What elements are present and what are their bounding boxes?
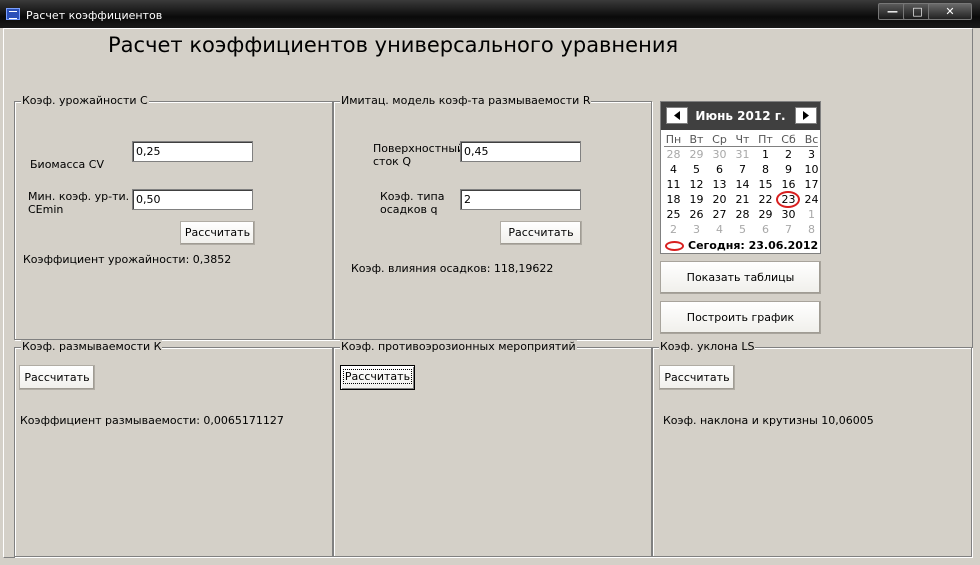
calendar-day[interactable]: 20	[708, 193, 731, 206]
app-window: Расчет коэффициентов — □ ✕ Расчет коэффи…	[0, 0, 980, 565]
calendar-day[interactable]: 9	[777, 163, 800, 176]
calendar-day[interactable]: 28	[731, 208, 754, 221]
calendar-day[interactable]: 1	[800, 208, 823, 221]
calendar-day[interactable]: 4	[708, 223, 731, 236]
precip-type-label: Коэф. типа осадков q	[380, 190, 444, 216]
weekday-label: Пн	[665, 133, 682, 146]
calendar-day[interactable]: 6	[708, 163, 731, 176]
runoff-label: Поверхностный сток Q	[373, 142, 464, 168]
today-marker-icon	[665, 241, 684, 251]
runoff-label-line2: сток Q	[373, 155, 411, 168]
calendar-day[interactable]: 30	[708, 148, 731, 161]
calendar-day[interactable]: 28	[662, 148, 685, 161]
app-icon	[6, 8, 20, 20]
calendar-day[interactable]: 21	[731, 193, 754, 206]
calendar-day[interactable]: 30	[777, 208, 800, 221]
weekday-label: Пт	[758, 133, 773, 146]
calc-yield-button[interactable]: Рассчитать	[180, 221, 255, 245]
weekday-label: Ср	[712, 133, 727, 146]
precip-result: Коэф. влияния осадков: 118,19622	[351, 262, 554, 275]
calendar-day[interactable]: 14	[731, 178, 754, 191]
calendar-day[interactable]: 25	[662, 208, 685, 221]
min-coef-label: Мин. коэф. ур-ти. CEmin	[28, 190, 129, 216]
group-legend: Коэф. размываемости К	[21, 340, 163, 353]
runoff-label-line1: Поверхностный	[373, 142, 465, 155]
calc-anti-erosion-button[interactable]: Рассчитать	[340, 365, 415, 390]
month-calendar[interactable]: Июнь 2012 г. Пн Вт Ср Чт Пт Сб Вс 28 29 30 31 1 2 3 4…	[660, 101, 821, 254]
calendar-day[interactable]: 4	[662, 163, 685, 176]
calendar-day[interactable]: 7	[777, 223, 800, 236]
runoff-input[interactable]	[460, 141, 581, 162]
calendar-day[interactable]: 18	[662, 193, 685, 206]
calendar-day[interactable]: 1	[754, 148, 777, 161]
calendar-day[interactable]: 27	[708, 208, 731, 221]
yield-coef-group: Коэф. урожайности С	[14, 94, 333, 340]
arrow-right-icon	[803, 111, 809, 120]
group-legend: Имитац. модель коэф-та размываемости R	[340, 94, 592, 107]
min-coef-input[interactable]	[132, 189, 253, 210]
erosion-model-group: Имитац. модель коэф-та размываемости R	[333, 94, 652, 340]
group-legend: Коэф. уклона LS	[659, 340, 756, 353]
precip-label-line1: Коэф. типа	[380, 190, 445, 203]
window-title: Расчет коэффициентов	[26, 9, 163, 22]
calendar-day[interactable]: 12	[685, 178, 708, 191]
calendar-day[interactable]: 2	[662, 223, 685, 236]
calendar-day[interactable]: 3	[800, 148, 823, 161]
calendar-day[interactable]: 19	[685, 193, 708, 206]
precip-type-input[interactable]	[460, 189, 581, 210]
precip-label-line2: осадков q	[380, 203, 438, 216]
calc-erodibility-button[interactable]: Рассчитать	[19, 365, 95, 390]
page-title: Расчет коэффициентов универсального урав…	[108, 33, 679, 57]
calendar-day[interactable]: 29	[754, 208, 777, 221]
group-legend: Коэф. противоэрозионных мероприятий	[340, 340, 577, 353]
erodibility-result: Коэффициент размываемости: 0,0065171127	[20, 414, 284, 427]
calendar-day[interactable]: 8	[754, 163, 777, 176]
calendar-day[interactable]: 24	[800, 193, 823, 206]
calendar-header: Июнь 2012 г.	[661, 102, 820, 130]
calc-erosion-button[interactable]: Рассчитать	[500, 221, 582, 245]
biomass-label: Биомасса CV	[30, 158, 105, 171]
weekday-label: Чт	[735, 133, 750, 146]
calendar-day[interactable]: 3	[685, 223, 708, 236]
calendar-day[interactable]: 15	[754, 178, 777, 191]
calendar-day[interactable]: 7	[731, 163, 754, 176]
calendar-day[interactable]: 13	[708, 178, 731, 191]
min-coef-label-line1: Мин. коэф. ур-ти.	[28, 190, 130, 203]
calendar-day[interactable]: 6	[754, 223, 777, 236]
weekday-label: Вт	[689, 133, 704, 146]
calendar-day[interactable]: 26	[685, 208, 708, 221]
calendar-day[interactable]: 17	[800, 178, 823, 191]
biomass-input[interactable]	[132, 141, 253, 162]
build-chart-button[interactable]: Построить график	[660, 301, 821, 334]
slope-result: Коэф. наклона и крутизны 10,06005	[663, 414, 874, 427]
title-bar[interactable]: Расчет коэффициентов — □ ✕	[0, 0, 980, 28]
yield-result: Коэффициент урожайности: 0,3852	[23, 253, 232, 266]
calendar-day[interactable]: 8	[800, 223, 823, 236]
weekday-divider	[664, 146, 818, 147]
calendar-day[interactable]: 10	[800, 163, 823, 176]
calendar-day[interactable]: 16	[777, 178, 800, 191]
today-label[interactable]: Сегодня: 23.06.2012	[688, 239, 818, 252]
calendar-day[interactable]: 29	[685, 148, 708, 161]
show-tables-button[interactable]: Показать таблицы	[660, 261, 821, 294]
calc-slope-button[interactable]: Рассчитать	[659, 365, 735, 390]
next-month-button[interactable]	[795, 107, 817, 124]
button-label: Рассчитать	[342, 369, 413, 384]
calendar-day[interactable]: 22	[754, 193, 777, 206]
selected-day-ring	[776, 191, 800, 208]
calendar-day[interactable]: 2	[777, 148, 800, 161]
min-coef-label-line2: CEmin	[28, 203, 64, 216]
weekday-label: Вс	[804, 133, 819, 146]
calendar-day[interactable]: 11	[662, 178, 685, 191]
calendar-day[interactable]: 31	[731, 148, 754, 161]
weekday-label: Сб	[781, 133, 796, 146]
group-legend: Коэф. урожайности С	[21, 94, 149, 107]
close-button[interactable]: ✕	[928, 3, 972, 20]
calendar-day[interactable]: 5	[685, 163, 708, 176]
calendar-day[interactable]: 5	[731, 223, 754, 236]
